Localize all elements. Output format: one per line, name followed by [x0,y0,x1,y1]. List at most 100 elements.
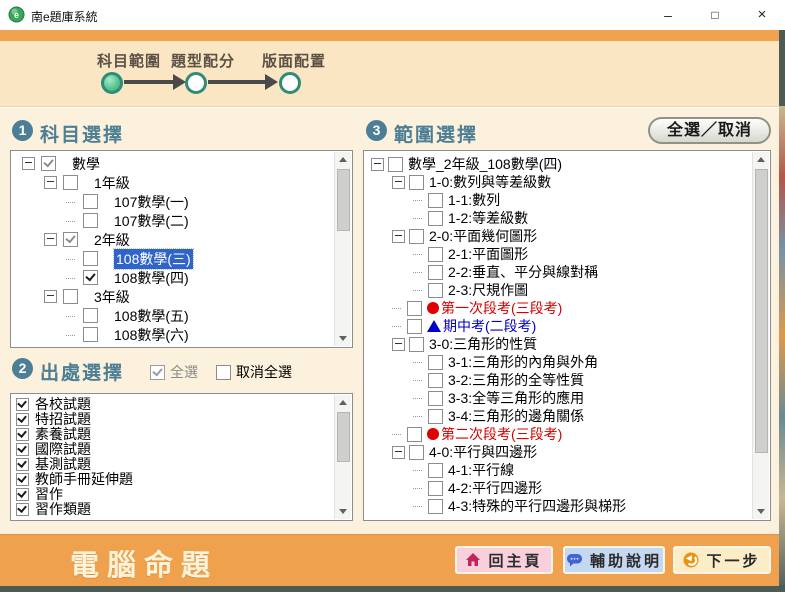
expand-toggle-icon[interactable] [44,233,57,246]
expand-toggle-icon[interactable] [44,176,57,189]
tree-row[interactable]: 1年級 [12,173,335,192]
tree-row[interactable]: 3-1:三角形的內角與外角 [365,353,753,371]
checkbox[interactable] [407,300,422,316]
checkbox[interactable] [16,473,29,486]
scroll-down-arrow[interactable] [335,331,350,346]
checkbox[interactable] [41,156,56,171]
tree-row[interactable]: 2-0:平面幾何圖形 [365,227,753,245]
checkbox[interactable] [83,308,98,323]
tree-row[interactable]: 2-3:尺規作圖 [365,281,753,299]
checkbox[interactable] [428,246,443,262]
checkbox[interactable] [388,156,403,172]
help-button[interactable]: 輔助說明 [563,546,665,574]
range-tree-scrollbar[interactable] [752,152,769,519]
checkbox[interactable] [409,444,424,460]
expand-toggle-icon[interactable] [392,337,405,351]
tree-row[interactable]: 108數學(四) [12,268,335,287]
checkbox[interactable] [216,364,231,380]
checkbox[interactable] [428,282,443,298]
list-item[interactable]: 素養試題 [12,427,335,442]
list-item[interactable]: 習作類題 [12,502,335,517]
tree-row[interactable]: 3年級 [12,287,335,306]
checkbox[interactable] [16,443,29,456]
list-item[interactable]: 國際試題 [12,442,335,457]
checkbox[interactable] [83,270,98,285]
tree-row[interactable]: 107數學(二) [12,211,335,230]
tree-row[interactable]: 4-1:平行線 [365,461,753,479]
checkbox[interactable] [407,426,422,442]
tree-row[interactable]: 3-4:三角形的邊角關係 [365,407,753,425]
scroll-up-arrow[interactable] [335,152,350,167]
checkbox[interactable] [409,228,424,244]
checkbox[interactable] [16,458,29,471]
tree-row[interactable]: 數學_2年級_108數學(四) [365,155,753,173]
checkbox[interactable] [16,503,29,516]
checkbox[interactable] [428,354,443,370]
checkbox[interactable] [407,318,422,334]
list-item[interactable]: 基測試題 [12,457,335,472]
select-all-toggle-button[interactable]: 全選／取消 [648,117,771,144]
scroll-thumb[interactable] [337,169,350,231]
checkbox[interactable] [63,175,78,190]
expand-toggle-icon[interactable] [392,175,405,189]
checkbox[interactable] [63,232,78,247]
tree-row[interactable]: 2-1:平面圖形 [365,245,753,263]
tree-row[interactable]: 期中考(二段考) [365,317,753,335]
maximize-button[interactable]: □ [692,0,738,30]
expand-toggle-icon[interactable] [44,290,57,303]
minimize-button[interactable]: – [645,0,691,30]
scroll-thumb[interactable] [755,169,768,453]
checkbox[interactable] [428,390,443,406]
checkbox[interactable] [16,488,29,501]
scroll-thumb[interactable] [337,412,350,462]
tree-row[interactable]: 108數學(三) [12,247,335,270]
checkbox[interactable] [83,251,98,266]
tree-row[interactable]: 2年級 [12,230,335,249]
tree-row[interactable]: 3-2:三角形的全等性質 [365,371,753,389]
checkbox[interactable] [83,194,98,209]
scroll-down-arrow[interactable] [753,504,768,519]
tree-row[interactable]: 1-1:數列 [365,191,753,209]
tree-row[interactable]: 108數學(六) [12,325,335,344]
checkbox[interactable] [409,336,424,352]
list-item[interactable]: 習作 [12,487,335,502]
expand-toggle-icon[interactable] [22,157,35,170]
tree-row[interactable]: 第二次段考(三段考) [365,425,753,443]
close-button[interactable]: × [739,0,785,30]
checkbox[interactable] [409,174,424,190]
source-list-scrollbar[interactable] [334,395,351,519]
scroll-down-arrow[interactable] [335,504,350,519]
checkbox[interactable] [150,364,165,380]
next-step-button[interactable]: 下一步 [673,546,771,574]
tree-row[interactable]: 107數學(一) [12,192,335,211]
tree-row[interactable]: 1-0:數列與等差級數 [365,173,753,191]
checkbox[interactable] [428,210,443,226]
checkbox[interactable] [428,498,443,514]
scroll-up-arrow[interactable] [753,152,768,167]
list-item[interactable]: 各校試題 [12,397,335,412]
tree-row[interactable]: 3-0:三角形的性質 [365,335,753,353]
checkbox[interactable] [16,413,29,426]
checkbox[interactable] [16,428,29,441]
checkbox[interactable] [428,462,443,478]
tree-row[interactable]: 4-2:平行四邊形 [365,479,753,497]
tree-row[interactable]: 108數學(五) [12,306,335,325]
select-all-checkbox[interactable]: 全選 [150,362,198,382]
tree-row[interactable]: 1-2:等差級數 [365,209,753,227]
tree-row[interactable]: 2-2:垂直、平分與線對稱 [365,263,753,281]
checkbox[interactable] [83,213,98,228]
checkbox[interactable] [428,372,443,388]
tree-row[interactable]: 數學 [12,154,335,173]
tree-row[interactable]: 4-0:平行與四邊形 [365,443,753,461]
tree-row[interactable]: 第一次段考(三段考) [365,299,753,317]
list-item[interactable]: 教師手冊延伸題 [12,472,335,487]
home-button[interactable]: 回主頁 [455,546,553,574]
scroll-up-arrow[interactable] [335,395,350,410]
checkbox[interactable] [428,480,443,496]
tree-row[interactable]: 4-3:特殊的平行四邊形與梯形 [365,497,753,515]
checkbox[interactable] [428,264,443,280]
subject-tree-scrollbar[interactable] [334,152,351,346]
list-item[interactable]: 特招試題 [12,412,335,427]
checkbox[interactable] [63,289,78,304]
expand-toggle-icon[interactable] [392,229,405,243]
